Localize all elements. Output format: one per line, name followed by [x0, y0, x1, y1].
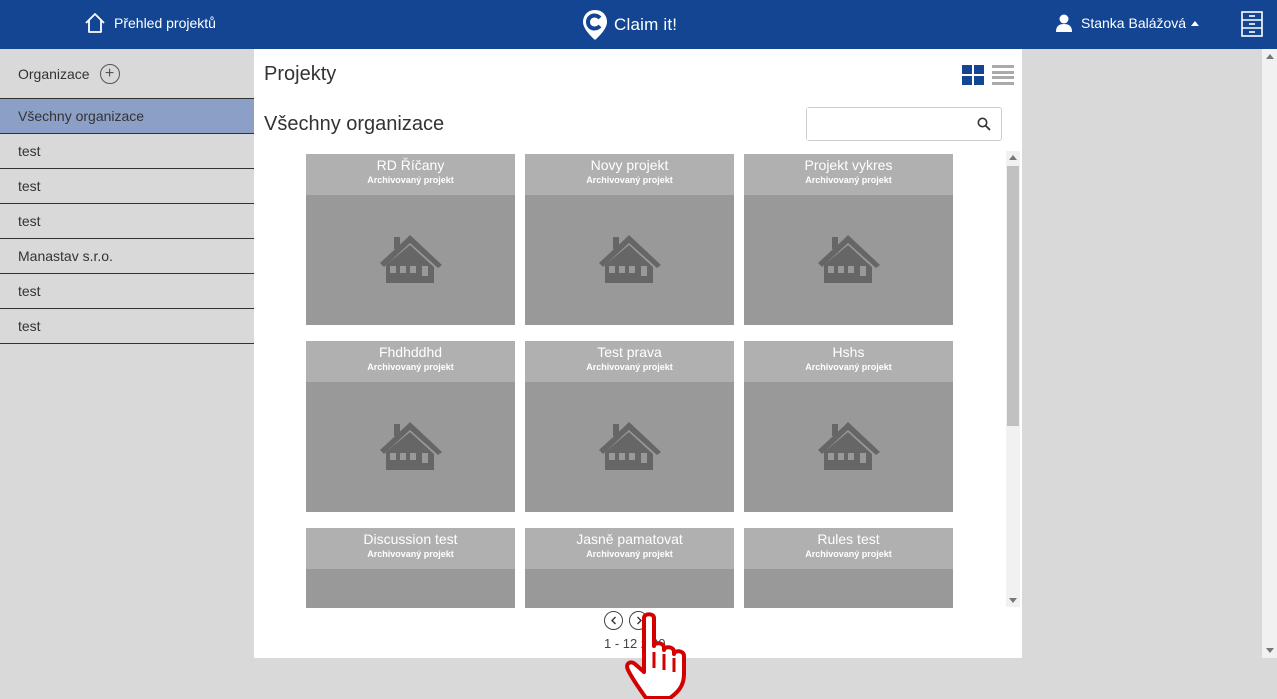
project-card[interactable]: Test prava Archivovaný projekt [525, 341, 734, 512]
chevron-left-icon [610, 616, 616, 625]
project-card-header: Novy projekt Archivovaný projekt [525, 154, 734, 195]
project-name: Hshs [832, 344, 865, 360]
section-title: Všechny organizace [264, 113, 445, 135]
sidebar-item-organization[interactable]: test [0, 134, 254, 169]
sidebar-item-organization[interactable]: Manastav s.r.o. [0, 239, 254, 274]
user-menu[interactable]: Stanka Balážová [1055, 14, 1200, 32]
project-card[interactable]: Rules test Archivovaný projekt [744, 528, 953, 608]
project-status: Archivovaný projekt [586, 362, 673, 372]
project-thumbnail [306, 195, 515, 325]
house-icon [818, 422, 880, 470]
grid-view-icon[interactable] [962, 65, 984, 85]
house-icon [380, 235, 442, 283]
project-card[interactable]: Hshs Archivovaný projekt [744, 341, 953, 512]
project-status: Archivovaný projekt [586, 549, 673, 559]
project-name: Projekt vykres [804, 157, 893, 173]
claim-logo-icon [583, 10, 607, 40]
project-card-header: Discussion test Archivovaný projekt [306, 528, 515, 569]
brand-name: Claim it! [614, 15, 678, 34]
page-scroll-up-icon[interactable] [1266, 54, 1274, 59]
house-icon [599, 422, 661, 470]
page-title: Projekty [264, 63, 337, 85]
project-thumbnail [744, 382, 953, 512]
project-status: Archivovaný projekt [367, 549, 454, 559]
projects-overview-label: Přehled projektů [114, 15, 216, 31]
house-icon [595, 607, 663, 608]
house-icon [376, 607, 444, 608]
sidebar-item-organization[interactable]: test [0, 309, 254, 344]
house-icon [599, 235, 661, 283]
project-card[interactable]: Novy projekt Archivovaný projekt [525, 154, 734, 325]
project-name: Test prava [597, 344, 662, 360]
top-bar: Přehled projektů Claim it! Stanka Balážo… [0, 0, 1277, 49]
search-icon[interactable] [977, 117, 991, 131]
project-status: Archivovaný projekt [805, 362, 892, 372]
view-toggle [962, 65, 1014, 85]
sidebar: Organizace + Všechny organizace test tes… [0, 49, 254, 699]
search-input[interactable] [807, 108, 967, 140]
project-thumbnail [306, 382, 515, 512]
search-box [806, 107, 1002, 141]
scroll-up-arrow-icon[interactable] [1009, 155, 1017, 160]
user-name: Stanka Balážová [1081, 15, 1187, 31]
project-card[interactable]: Fhdhddhd Archivovaný projekt [306, 341, 515, 512]
organizations-label: Organizace [18, 65, 90, 82]
scroll-down-arrow-icon[interactable] [1009, 598, 1017, 603]
house-icon [814, 607, 882, 608]
project-name: RD Říčany [376, 157, 445, 173]
house-icon [380, 422, 442, 470]
hand-pointer-icon [625, 612, 686, 699]
project-card[interactable]: RD Říčany Archivovaný projekt [306, 154, 515, 325]
project-thumbnail [525, 195, 734, 325]
projects-overview-link[interactable]: Přehled projektů [84, 12, 216, 34]
list-view-icon[interactable] [992, 65, 1014, 85]
project-grid: RD Říčany Archivovaný projekt Novy projekt… [306, 154, 956, 608]
organizations-header: Organizace + [0, 49, 254, 99]
project-card[interactable]: Jasně pamatovat Archivovaný projekt [525, 528, 734, 608]
project-name: Jasně pamatovat [576, 531, 683, 547]
caret-up-icon [1191, 20, 1200, 26]
sidebar-item-organization[interactable]: test [0, 169, 254, 204]
project-status: Archivovaný projekt [805, 175, 892, 185]
project-card[interactable]: Projekt vykres Archivovaný projekt [744, 154, 953, 325]
page-scroll-down-icon[interactable] [1266, 648, 1274, 653]
previous-page-button[interactable] [604, 611, 623, 630]
project-thumbnail [306, 569, 515, 608]
project-card-header: Jasně pamatovat Archivovaný projekt [525, 528, 734, 569]
page-scrollbar[interactable] [1262, 49, 1277, 658]
project-name: Rules test [817, 531, 880, 547]
scroll-thumb[interactable] [1007, 166, 1019, 426]
project-card[interactable]: Discussion test Archivovaný projekt [306, 528, 515, 608]
home-icon [85, 13, 105, 33]
project-status: Archivovaný projekt [586, 175, 673, 185]
project-grid-scrollbar[interactable] [1006, 151, 1020, 607]
project-card-header: RD Říčany Archivovaný projekt [306, 154, 515, 195]
project-card-header: Hshs Archivovaný projekt [744, 341, 953, 382]
sidebar-item-organization[interactable]: test [0, 204, 254, 239]
project-thumbnail [525, 569, 734, 608]
sidebar-item-all-organizations[interactable]: Všechny organizace [0, 99, 254, 134]
project-name: Discussion test [363, 531, 458, 547]
sidebar-item-organization[interactable]: test [0, 274, 254, 309]
project-status: Archivovaný projekt [805, 549, 892, 559]
project-card-header: Fhdhddhd Archivovaný projekt [306, 341, 515, 382]
main-panel: Projekty Všechny organizace RD Říčany Arc… [254, 49, 1022, 658]
project-status: Archivovaný projekt [367, 175, 454, 185]
project-thumbnail [744, 195, 953, 325]
user-icon [1056, 14, 1072, 32]
house-icon [818, 235, 880, 283]
project-card-header: Projekt vykres Archivovaný projekt [744, 154, 953, 195]
project-status: Archivovaný projekt [367, 362, 454, 372]
project-card-header: Test prava Archivovaný projekt [525, 341, 734, 382]
project-name: Novy projekt [590, 157, 669, 173]
add-organization-button[interactable]: + [99, 63, 120, 84]
project-thumbnail [525, 382, 734, 512]
project-thumbnail [744, 569, 953, 608]
project-card-header: Rules test Archivovaný projekt [744, 528, 953, 569]
brand-logo: Claim it! [582, 9, 677, 41]
project-name: Fhdhddhd [378, 344, 443, 360]
filing-cabinet-icon[interactable] [1241, 11, 1263, 42]
